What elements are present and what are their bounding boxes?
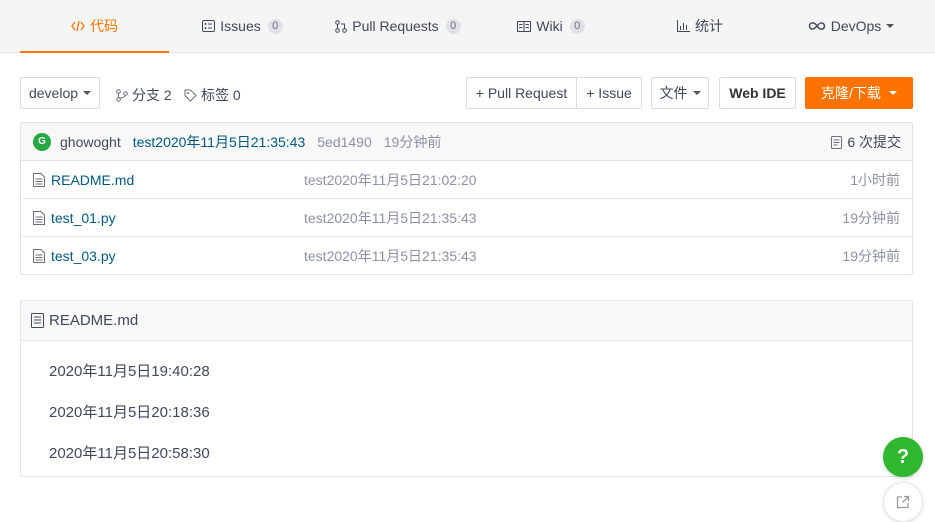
- file-commit-message[interactable]: test2020年11月5日21:35:43: [304, 246, 477, 266]
- chevron-down-icon: [83, 91, 92, 95]
- readme-line: 2020年11月5日19:40:28: [49, 363, 210, 380]
- file-link[interactable]: test_03.py: [33, 248, 116, 264]
- tab-issues-label: Issues: [220, 18, 261, 34]
- file-link[interactable]: README.md: [33, 172, 134, 188]
- avatar[interactable]: G: [33, 132, 51, 151]
- clone-download-label: 克隆/下载: [821, 85, 881, 101]
- readme-panel: README.md 2020年11月5日19:40:28 2020年11月5日2…: [20, 300, 913, 477]
- file-icon: [33, 210, 45, 225]
- commit-sha[interactable]: 5ed1490: [317, 134, 372, 150]
- branch-select-label: develop: [28, 85, 79, 101]
- tab-code[interactable]: 代码: [20, 0, 169, 53]
- branches-link[interactable]: 分支 2: [116, 85, 172, 105]
- issues-count-badge: 0: [267, 18, 283, 34]
- file-menu-label: 文件: [659, 85, 688, 101]
- readme-icon: [31, 313, 44, 328]
- tab-wiki-label: Wiki: [536, 18, 563, 34]
- web-ide-label: Web IDE: [729, 85, 786, 101]
- repo-tab-bar: 代码 Issues 0 Pull Requests 0 Wiki 0 统计 De…: [0, 0, 935, 53]
- wiki-count-badge: 0: [569, 18, 585, 34]
- file-commit-time: 19分钟前: [842, 248, 900, 264]
- branch-select[interactable]: develop: [20, 77, 100, 109]
- file-commit-time: 19分钟前: [842, 209, 900, 226]
- tab-wiki[interactable]: Wiki 0: [505, 0, 597, 52]
- tab-stats-label: 统计: [695, 18, 723, 34]
- commits-count-link[interactable]: 6 次提交: [831, 123, 901, 161]
- file-icon: [33, 249, 45, 263]
- tab-devops-label: DevOps: [830, 18, 882, 34]
- tab-code-label: 代码: [90, 17, 118, 34]
- chevron-down-icon: [888, 91, 897, 95]
- chevron-down-icon: [886, 24, 895, 28]
- external-link-icon: [896, 495, 910, 509]
- readme-header: README.md: [21, 301, 912, 341]
- tags-label: 标签 0: [201, 87, 241, 103]
- file-name: test_01.py: [51, 209, 116, 226]
- latest-commit-bar: G ghowoght test2020年11月5日21:35:43 5ed149…: [21, 123, 912, 161]
- file-commit-message[interactable]: test2020年11月5日21:35:43: [304, 208, 477, 228]
- chevron-down-icon: [692, 91, 701, 95]
- web-ide-button[interactable]: Web IDE: [719, 77, 796, 109]
- wiki-icon: [517, 20, 532, 32]
- new-pull-request-button[interactable]: + Pull Request: [466, 77, 577, 109]
- file-icon: [33, 172, 45, 187]
- file-row: test_03.py test2020年11月5日21:35:43 19分钟前: [21, 237, 912, 275]
- file-list: G ghowoght test2020年11月5日21:35:43 5ed149…: [20, 122, 913, 275]
- file-link[interactable]: test_01.py: [33, 210, 116, 226]
- commit-author[interactable]: ghowoght: [60, 134, 121, 150]
- commit-message[interactable]: test2020年11月5日21:35:43: [133, 132, 306, 152]
- help-button[interactable]: ?: [883, 437, 923, 477]
- tab-devops[interactable]: DevOps: [800, 0, 902, 52]
- file-menu-button[interactable]: 文件: [651, 77, 709, 109]
- infinity-icon: [808, 21, 826, 31]
- new-issue-label: + Issue: [586, 85, 632, 101]
- new-issue-button[interactable]: + Issue: [576, 77, 642, 109]
- file-commit-message[interactable]: test2020年11月5日21:02:20: [304, 170, 477, 190]
- file-name: README.md: [51, 171, 135, 188]
- branches-label: 分支 2: [132, 87, 172, 103]
- readme-line: 2020年11月5日20:18:36: [49, 404, 210, 421]
- file-name: test_03.py: [51, 248, 116, 264]
- tab-stats[interactable]: 统计: [665, 0, 735, 52]
- tab-issues[interactable]: Issues 0: [190, 0, 295, 52]
- readme-line: 2020年11月5日20:58:30: [49, 445, 210, 462]
- clone-download-button[interactable]: 克隆/下载: [805, 77, 913, 109]
- tab-pull-requests[interactable]: Pull Requests 0: [323, 0, 473, 52]
- readme-title: README.md: [49, 312, 139, 329]
- commits-icon: [831, 135, 843, 149]
- share-button[interactable]: [883, 482, 923, 522]
- pull-request-icon: [335, 19, 348, 33]
- pull-requests-count-badge: 0: [445, 18, 461, 34]
- tag-icon: [184, 89, 197, 102]
- commit-time: 19分钟前: [383, 133, 442, 150]
- issues-icon: [202, 20, 216, 32]
- tags-link[interactable]: 标签 0: [184, 85, 241, 105]
- stats-icon: [677, 20, 690, 32]
- tab-pull-requests-label: Pull Requests: [352, 18, 439, 34]
- branch-icon: [116, 88, 128, 102]
- file-row: README.md test2020年11月5日21:02:20 1小时前: [21, 161, 912, 199]
- help-label: ?: [896, 445, 910, 468]
- commits-count-label: 6 次提交: [847, 134, 901, 150]
- new-pull-request-label: + Pull Request: [475, 85, 568, 101]
- code-icon: [71, 20, 85, 32]
- file-commit-time: 1小时前: [850, 171, 900, 188]
- file-row: test_01.py test2020年11月5日21:35:43 19分钟前: [21, 199, 912, 237]
